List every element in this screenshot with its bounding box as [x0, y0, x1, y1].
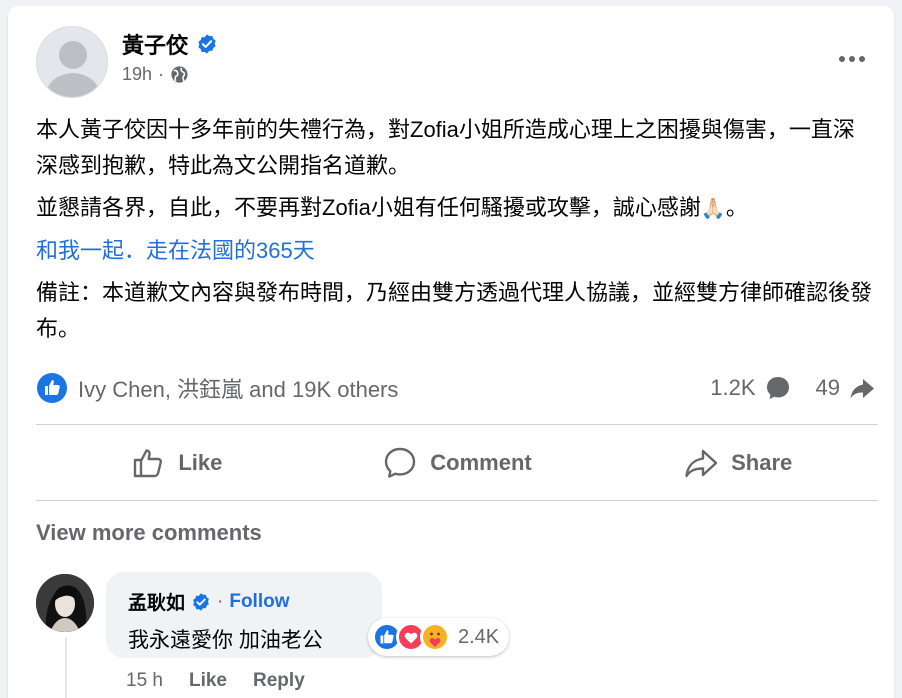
post-paragraph-2-text: 並懇請各界，自此，不要再對Zofia小姐有任何騷擾或攻擊，誠心感謝 — [36, 195, 701, 220]
comment-button[interactable]: Comment — [317, 435, 598, 491]
more-options-icon[interactable] — [832, 48, 872, 70]
post-meta: 19h · — [122, 64, 189, 85]
comment-bubble-icon — [385, 447, 416, 478]
post-body: 本人黃子佼因十多年前的失禮行為，對Zofia小姐所造成心理上之困擾與傷害，一直深… — [36, 112, 876, 353]
meta-separator: · — [158, 64, 165, 84]
verified-badge-icon — [198, 34, 216, 54]
comments-count-text: 1.2K — [710, 375, 756, 400]
comment-reactions[interactable]: 2.4K — [368, 618, 510, 656]
comment-button-label: Comment — [430, 450, 532, 475]
post-card: 黃子佼 19h · 本人黃子佼因十多年前的失禮行為，對Zofia小姐所造成心理上… — [8, 6, 894, 698]
dot — [859, 56, 865, 62]
share-count-icon — [850, 379, 874, 399]
reactors[interactable]: Ivy Chen, 洪鈺嵐 and 19K others — [36, 372, 398, 404]
like-button-label: Like — [178, 450, 223, 475]
view-more-comments-link[interactable]: View more comments — [36, 520, 262, 546]
share-button-label: Share — [731, 450, 793, 475]
post-time[interactable]: 19h — [122, 64, 152, 85]
like-reaction-icon — [37, 373, 67, 403]
commenter-avatar[interactable] — [36, 574, 94, 632]
author-header: 黃子佼 — [122, 28, 218, 60]
default-avatar-icon — [37, 27, 107, 97]
reactors-text[interactable]: Ivy Chen, 洪鈺嵐 and 19K others — [78, 372, 398, 404]
post-stats: 1.2K 49 — [710, 374, 876, 402]
author-name[interactable]: 黃子佼 — [122, 28, 188, 60]
divider — [36, 500, 878, 501]
commenter-photo — [36, 574, 94, 632]
post-link[interactable]: 和我一起．走在法國的365天 — [36, 238, 315, 263]
comment-time[interactable]: 15 h — [126, 670, 163, 692]
shares-count-text: 49 — [815, 375, 840, 400]
globe-icon[interactable] — [170, 65, 189, 84]
shares-count[interactable]: 49 — [816, 374, 876, 402]
comments-count[interactable]: 1.2K — [710, 374, 791, 402]
comment-text: 我永遠愛你 加油老公 — [128, 629, 323, 652]
commenter-header: 孟耿如 · Follow — [128, 588, 290, 615]
thumbs-up-icon — [134, 449, 163, 478]
comment-reply-button[interactable]: Reply — [253, 670, 305, 692]
care-reaction-icon — [420, 622, 450, 652]
author-avatar[interactable] — [36, 26, 108, 98]
reactions-summary: Ivy Chen, 洪鈺嵐 and 19K others 1.2K 49 — [36, 370, 876, 406]
dot — [849, 56, 855, 62]
thread-line — [65, 638, 67, 698]
follow-separator: · — [217, 590, 224, 612]
comment-actions: 15 h Like Reply — [126, 670, 305, 692]
divider — [36, 424, 878, 425]
post-link-paragraph: 和我一起．走在法國的365天 — [36, 233, 876, 269]
commenter-name[interactable]: 孟耿如 — [128, 588, 185, 615]
share-button[interactable]: Share — [597, 435, 878, 491]
comment-reaction-count: 2.4K — [458, 625, 500, 648]
post-paragraph-4: 備註：本道歉文內容與發布時間，乃經由雙方透過代理人協議，並經雙方律師確認後發布。 — [36, 280, 873, 341]
like-button[interactable]: Like — [36, 435, 317, 491]
post-paragraph-2-end: 。 — [725, 195, 748, 220]
comment-bubble: 孟耿如 · Follow 我永遠愛你 加油老公 — [106, 572, 382, 658]
post-actions: Like Comment Share — [36, 428, 878, 498]
post-paragraph-2: 並懇請各界，自此，不要再對Zofia小姐有任何騷擾或攻擊，誠心感謝🙏🏻。 — [36, 190, 876, 227]
post-paragraph-1: 本人黃子佼因十多年前的失禮行為，對Zofia小姐所造成心理上之困擾與傷害，一直深… — [36, 117, 855, 178]
verified-badge-icon — [193, 592, 209, 611]
share-arrow-icon — [685, 449, 718, 478]
comment-count-icon — [766, 377, 789, 399]
follow-button[interactable]: Follow — [229, 591, 289, 613]
dot — [839, 56, 845, 62]
praying-hands-emoji: 🙏🏻 — [700, 198, 726, 220]
comment-reaction-icons — [372, 622, 452, 652]
comment-like-button[interactable]: Like — [189, 670, 227, 692]
